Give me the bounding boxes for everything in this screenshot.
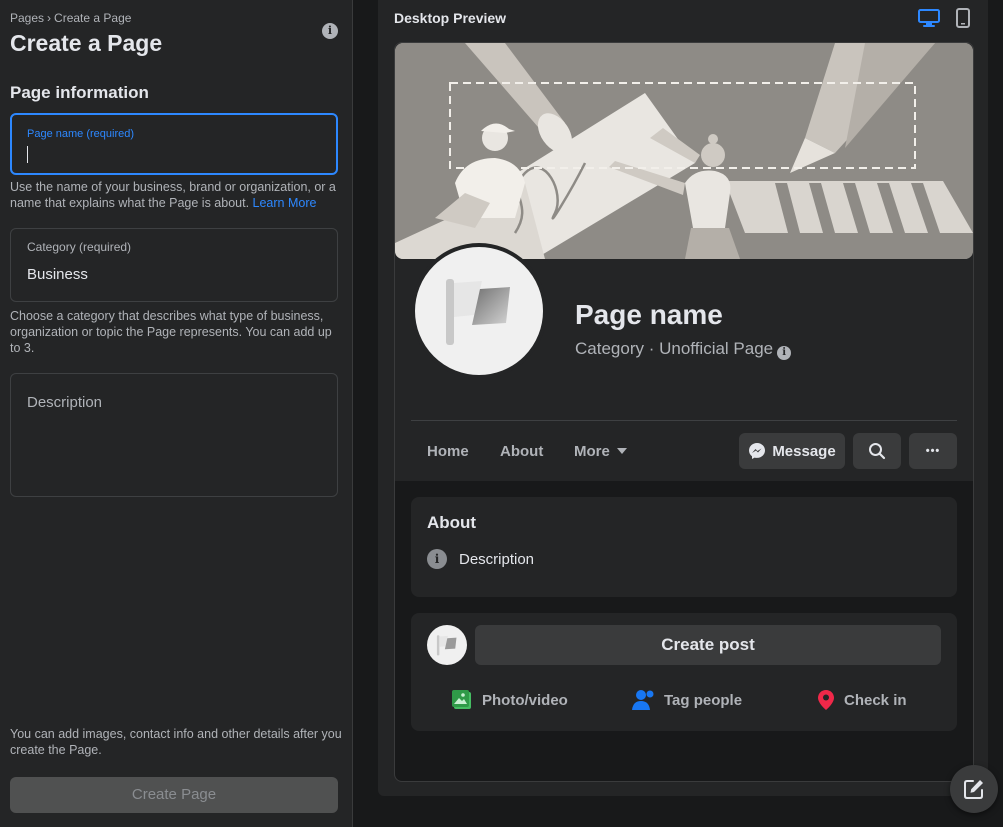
- check-in-button[interactable]: Check in: [817, 689, 907, 711]
- description-field[interactable]: Description: [10, 373, 338, 497]
- tag-people-icon: [632, 690, 654, 710]
- preview-panel: Desktop Preview Page name Category · Uno…: [378, 0, 988, 796]
- new-message-button[interactable]: [950, 765, 998, 813]
- learn-more-link[interactable]: Learn More: [253, 196, 317, 210]
- about-description-row: i Description: [427, 549, 534, 569]
- breadcrumb-current: Create a Page: [54, 11, 132, 25]
- check-in-label: Check in: [844, 691, 907, 709]
- category-label: Category (required): [27, 240, 132, 254]
- section-title-page-information: Page information: [10, 83, 149, 102]
- about-description: Description: [459, 550, 535, 568]
- post-avatar: [427, 625, 467, 665]
- preview-category-line: Category · Unofficial Page i: [575, 339, 792, 360]
- category-value[interactable]: Business: [27, 266, 88, 283]
- breadcrumb-separator: ›: [47, 11, 52, 25]
- create-page-button[interactable]: Create Page: [10, 777, 338, 813]
- page-avatar: [411, 243, 547, 379]
- breadcrumb-pages-link[interactable]: Pages: [10, 11, 44, 25]
- info-circle-icon: i: [427, 549, 447, 569]
- tag-people-label: Tag people: [664, 691, 743, 709]
- category-info-icon[interactable]: i: [777, 346, 792, 360]
- preview-title: Desktop Preview: [394, 10, 507, 26]
- search-button[interactable]: [853, 433, 901, 469]
- page-name-label: Page name (required): [27, 128, 135, 140]
- footer-note: You can add images, contact info and oth…: [10, 727, 342, 757]
- cover-photo: [395, 43, 973, 259]
- tab-more[interactable]: More: [574, 443, 627, 460]
- category-field[interactable]: Category (required) Business: [10, 228, 338, 302]
- description-placeholder: Description: [27, 394, 103, 411]
- page-name-field[interactable]: Page name (required): [10, 113, 338, 175]
- mobile-icon[interactable]: [956, 8, 978, 28]
- tab-about[interactable]: About: [500, 443, 543, 460]
- photo-video-label: Photo/video: [482, 691, 568, 709]
- tag-people-button[interactable]: Tag people: [631, 689, 742, 711]
- flag-icon: [446, 279, 510, 345]
- desktop-icon[interactable]: [918, 8, 940, 28]
- header-divider: [411, 420, 957, 421]
- create-post-card: Create post Photo/video Tag people Check…: [411, 613, 957, 731]
- create-post-button[interactable]: Create post: [475, 625, 941, 665]
- tab-more-label: More: [574, 443, 610, 460]
- page-title: Create a Page: [10, 30, 163, 56]
- compose-icon: [964, 780, 983, 799]
- page-name-input[interactable]: [27, 143, 317, 165]
- breadcrumb: Pages › Create a Page: [10, 11, 131, 25]
- more-options-button[interactable]: •••: [909, 433, 957, 469]
- category-help-text: Choose a category that describes what ty…: [10, 309, 332, 355]
- message-button[interactable]: Message: [739, 433, 845, 469]
- message-button-label: Message: [772, 442, 836, 460]
- info-icon[interactable]: i: [322, 23, 338, 39]
- messenger-icon: [749, 443, 766, 459]
- flag-icon: [436, 635, 457, 656]
- check-in-icon: [818, 690, 834, 710]
- tab-home[interactable]: Home: [427, 443, 469, 460]
- about-title: About: [427, 513, 477, 532]
- page-preview-frame: Page name Category · Unofficial Page i Ho…: [394, 42, 974, 782]
- about-card: About i Description: [411, 497, 957, 597]
- photo-video-icon: [452, 690, 471, 709]
- cover-illustration: [395, 43, 973, 259]
- search-icon: [869, 443, 886, 460]
- page-name-help-text: Use the name of your business, brand or …: [10, 179, 345, 211]
- preview-page-name: Page name: [575, 299, 723, 330]
- caret-down-icon: [616, 448, 627, 454]
- category-line-text: Category · Unofficial Page: [575, 339, 774, 358]
- more-dots-icon: •••: [925, 445, 941, 457]
- photo-video-button[interactable]: Photo/video: [451, 689, 568, 711]
- create-page-panel: Pages › Create a Page Create a Page i Page…: [0, 0, 353, 827]
